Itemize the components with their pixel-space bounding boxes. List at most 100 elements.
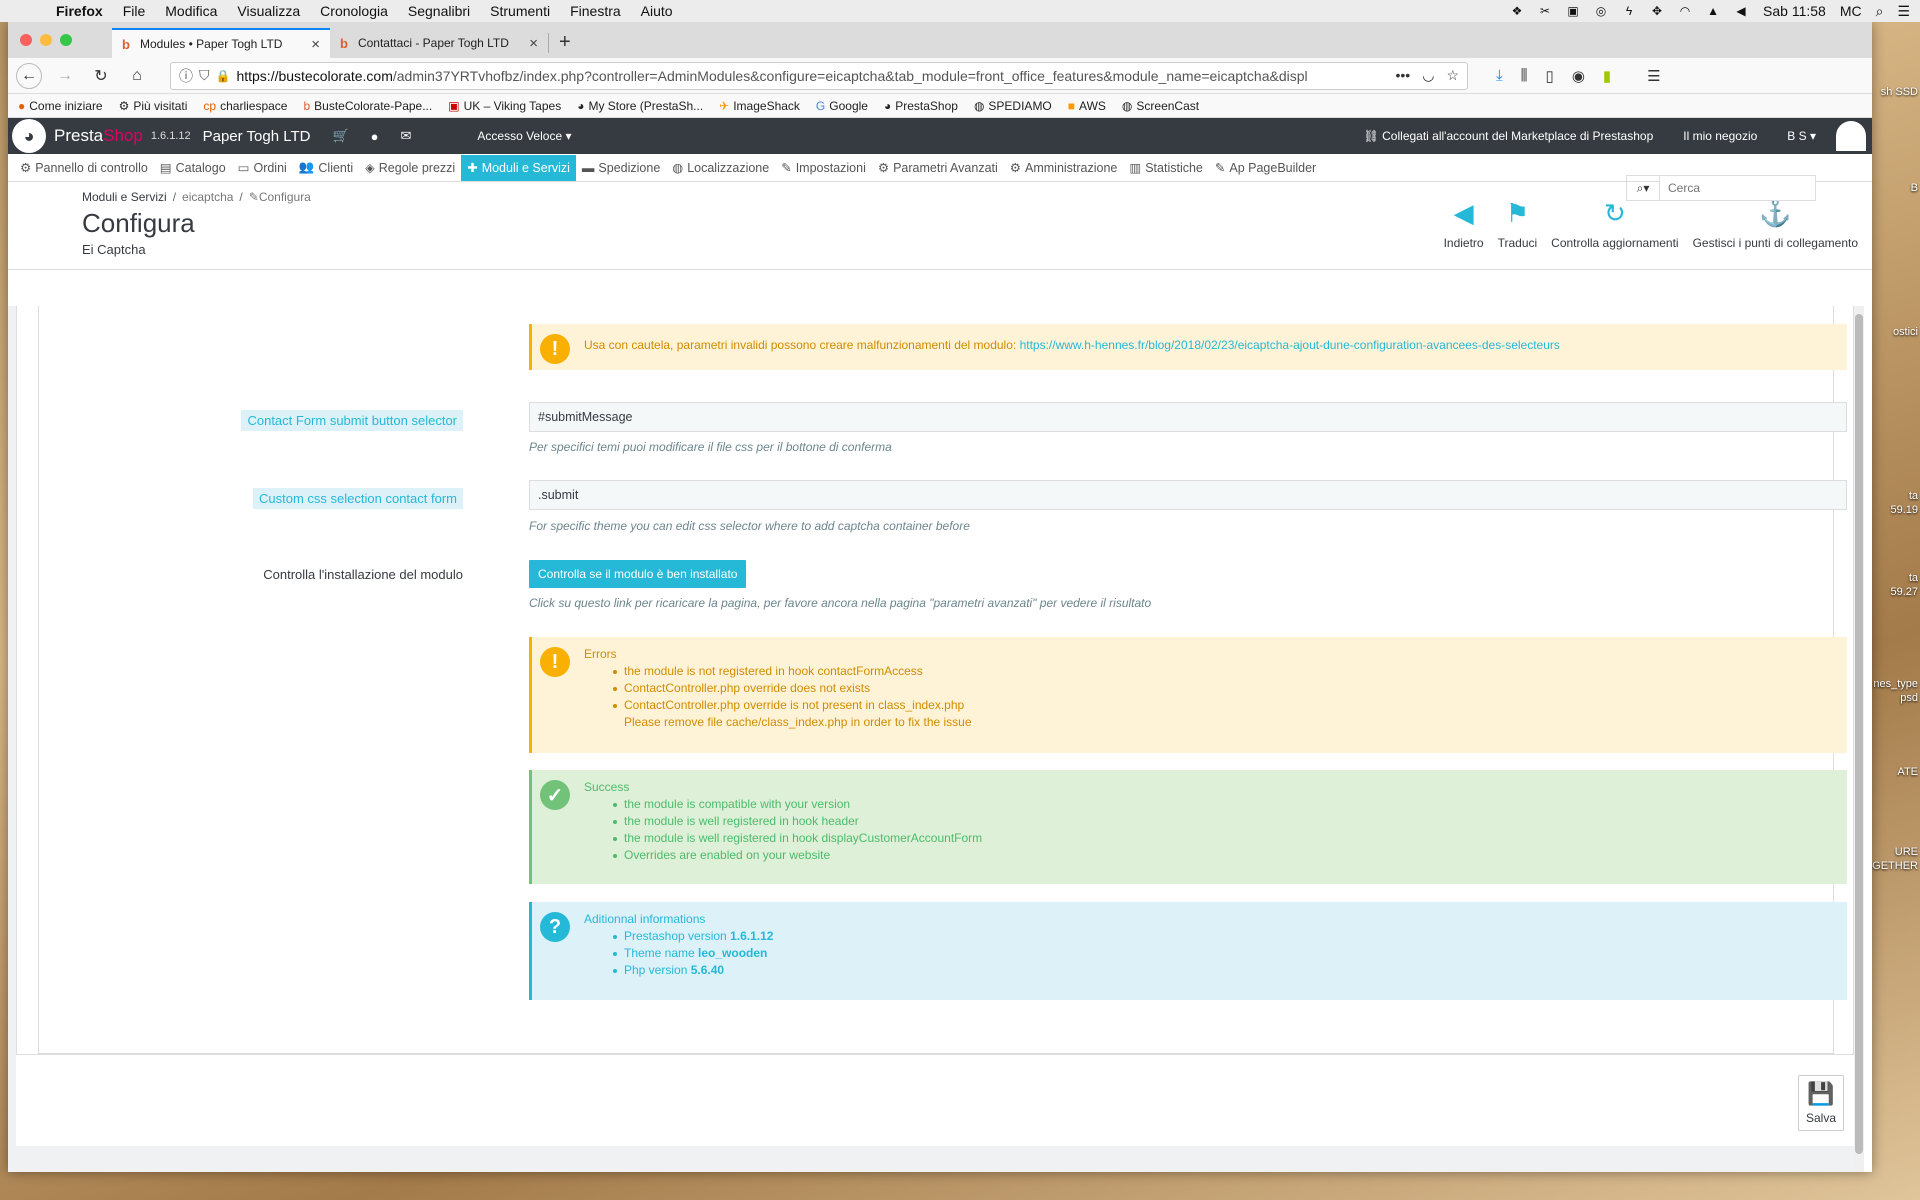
minimize-window-icon[interactable] <box>40 34 52 46</box>
spotlight-icon[interactable]: ⌕ <box>1876 3 1884 20</box>
desktop-icon-label[interactable]: psd <box>1900 692 1918 704</box>
css-selection-input[interactable] <box>529 480 1847 510</box>
close-tab-icon[interactable]: × <box>311 36 320 53</box>
bookmark-item[interactable]: ✈ ImageShack <box>719 99 800 113</box>
menu-item-spedizione[interactable]: ▬ Spedizione <box>576 155 666 181</box>
save-button[interactable]: 💾 Salva <box>1798 1075 1844 1131</box>
sidebar-icon[interactable]: ▯ <box>1546 67 1554 85</box>
user-menu[interactable]: MC <box>1840 3 1862 19</box>
breadcrumb-eicaptcha[interactable]: eicaptcha <box>182 190 233 204</box>
menu-item-ordini[interactable]: ▭ Ordini <box>232 155 293 181</box>
documentation-link[interactable]: https://www.h-hennes.fr/blog/2018/02/23/… <box>1020 338 1560 352</box>
menu-aiuto[interactable]: Aiuto <box>641 3 673 19</box>
bookmark-item[interactable]: G Google <box>816 99 868 113</box>
menu-item-pannello-di-controllo[interactable]: ⚙ Pannello di controllo <box>14 155 154 181</box>
cart-icon[interactable]: 🛒 <box>332 128 348 144</box>
menu-segnalibri[interactable]: Segnalibri <box>408 3 470 19</box>
menu-visualizza[interactable]: Visualizza <box>237 3 300 19</box>
shop-name[interactable]: Paper Togh LTD <box>203 128 311 145</box>
user-icon[interactable]: ● <box>371 129 379 144</box>
envelope-icon[interactable]: ✉ <box>401 128 412 144</box>
back-arrow-icon[interactable]: ← <box>16 62 42 89</box>
search-input[interactable] <box>1660 175 1816 201</box>
desktop-icon-label[interactable]: ta <box>1909 572 1918 584</box>
scrollbar[interactable] <box>1854 306 1864 1172</box>
menu-finestra[interactable]: Finestra <box>570 3 621 19</box>
menu-app-firefox[interactable]: Firefox <box>56 3 103 19</box>
tab-contattaci[interactable]: b Contattaci - Paper Togh LTD × <box>330 28 548 58</box>
menu-item-impostazioni[interactable]: ✎ Impostazioni <box>775 155 872 181</box>
more-actions-icon[interactable]: ••• <box>1396 67 1411 84</box>
desktop-icon-label[interactable]: ostici <box>1893 326 1918 338</box>
bookmark-item[interactable]: ■ AWS <box>1068 99 1106 113</box>
toolbar-button-arrow-circle-left[interactable]: ◀ Indietro <box>1444 198 1484 250</box>
tools-icon[interactable]: ✂ <box>1537 4 1553 18</box>
avatar[interactable] <box>1836 121 1866 151</box>
breadcrumb-modules[interactable]: Moduli e Servizi <box>82 190 167 204</box>
prestashop-logo-icon[interactable]: ◕ <box>12 119 46 153</box>
desktop-icon-label[interactable]: 59.27 <box>1890 586 1918 598</box>
employee-dropdown[interactable]: B S ▾ <box>1787 129 1816 143</box>
wifi-icon[interactable]: ◠ <box>1677 4 1693 18</box>
home-icon[interactable]: ⌂ <box>124 63 150 89</box>
menu-item-regole-prezzi[interactable]: ◈ Regole prezzi <box>359 155 461 181</box>
info-icon[interactable]: ⓘ <box>179 66 193 86</box>
bookmark-item[interactable]: ⚙ Più visitati <box>119 99 188 113</box>
account-icon[interactable]: ◉ <box>1572 67 1585 85</box>
menu-item-statistiche[interactable]: ▥ Statistiche <box>1123 155 1208 181</box>
menu-item-clienti[interactable]: 👥 Clienti <box>293 155 359 181</box>
app-icon[interactable]: ▣ <box>1565 4 1581 18</box>
desktop-icon-label[interactable]: B <box>1911 182 1918 194</box>
menu-item-parametri-avanzati[interactable]: ⚙ Parametri Avanzati <box>872 155 1004 181</box>
maximize-window-icon[interactable] <box>60 34 72 46</box>
network-icon[interactable]: ✥ <box>1649 4 1665 18</box>
dropbox-icon[interactable]: ❖ <box>1509 4 1525 18</box>
bookmark-item[interactable]: ● Come iniziare <box>18 99 103 113</box>
toolbar-button-flag[interactable]: ⚑ Traduci <box>1498 198 1538 250</box>
reload-icon[interactable]: ↻ <box>88 63 114 89</box>
menu-item-ap-pagebuilder[interactable]: ✎ Ap PageBuilder <box>1209 155 1322 181</box>
eject-icon[interactable]: ▲ <box>1705 4 1721 18</box>
menu-item-catalogo[interactable]: ▤ Catalogo <box>154 155 232 181</box>
desktop-icon-label[interactable]: nes_type <box>1873 678 1918 690</box>
apple-icon[interactable] <box>20 3 34 19</box>
url-bar[interactable]: ⓘ ⛉ 🔒 https://bustecolorate.com/admin37Y… <box>170 61 1468 90</box>
download-icon[interactable]: ⤓ <box>1496 67 1503 85</box>
list-icon[interactable]: ☰ <box>1897 3 1910 20</box>
submit-selector-input[interactable] <box>529 402 1847 432</box>
menu-modifica[interactable]: Modifica <box>165 3 217 19</box>
extension-icon[interactable]: ▮ <box>1603 67 1611 85</box>
desktop-icon-label[interactable]: 59.19 <box>1890 504 1918 516</box>
desktop-icon-label[interactable]: ATE <box>1897 766 1918 778</box>
marketplace-link[interactable]: ⛓ Collegati all'account del Marketplace … <box>1364 129 1654 143</box>
toolbar-button-refresh[interactable]: ↻ Controlla aggiornamenti <box>1551 198 1678 250</box>
menu-item-amministrazione[interactable]: ⚙ Amministrazione <box>1004 155 1124 181</box>
menu-item-localizzazione[interactable]: ◍ Localizzazione <box>666 155 775 181</box>
lock-icon[interactable]: 🔒 <box>216 69 231 83</box>
check-install-button[interactable]: Controlla se il modulo è ben installato <box>529 560 747 588</box>
close-window-icon[interactable] <box>20 34 32 46</box>
toolbar-button-anchor[interactable]: ⚓ Gestisci i punti di collegamento <box>1693 198 1858 250</box>
menu-item-moduli-e-servizi[interactable]: ✚ Moduli e Servizi <box>461 154 576 181</box>
creative-cloud-icon[interactable]: ◎ <box>1593 4 1609 18</box>
library-icon[interactable]: ⫼ <box>1521 67 1528 85</box>
bookmark-item[interactable]: cp charliespace <box>203 99 287 113</box>
menu-cronologia[interactable]: Cronologia <box>320 3 388 19</box>
desktop-icon-label[interactable]: sh SSD <box>1881 86 1918 98</box>
close-tab-icon[interactable]: × <box>529 35 538 52</box>
bolt-icon[interactable]: ϟ <box>1621 4 1637 18</box>
new-tab-icon[interactable]: + <box>549 31 581 58</box>
bookmark-item[interactable]: ▣ UK – Viking Tapes <box>448 99 561 113</box>
menu-strumenti[interactable]: Strumenti <box>490 3 550 19</box>
volume-icon[interactable]: ◀ <box>1733 4 1749 18</box>
hamburger-menu-icon[interactable]: ☰ <box>1647 67 1660 85</box>
bookmark-item[interactable]: ◕ PrestaShop <box>884 99 958 113</box>
search-type-dropdown[interactable]: ⌕ ▾ <box>1626 175 1660 201</box>
desktop-icon-label[interactable]: ta <box>1909 490 1918 502</box>
my-shop-link[interactable]: Il mio negozio <box>1683 129 1757 143</box>
tab-modules[interactable]: b Modules • Paper Togh LTD × <box>112 28 330 58</box>
desktop-icon-label[interactable]: URE <box>1895 846 1918 858</box>
shield-icon[interactable]: ⛉ <box>199 67 210 84</box>
quick-access-dropdown[interactable]: Accesso Veloce ▾ <box>477 129 571 143</box>
forward-arrow-icon[interactable]: → <box>52 63 78 89</box>
